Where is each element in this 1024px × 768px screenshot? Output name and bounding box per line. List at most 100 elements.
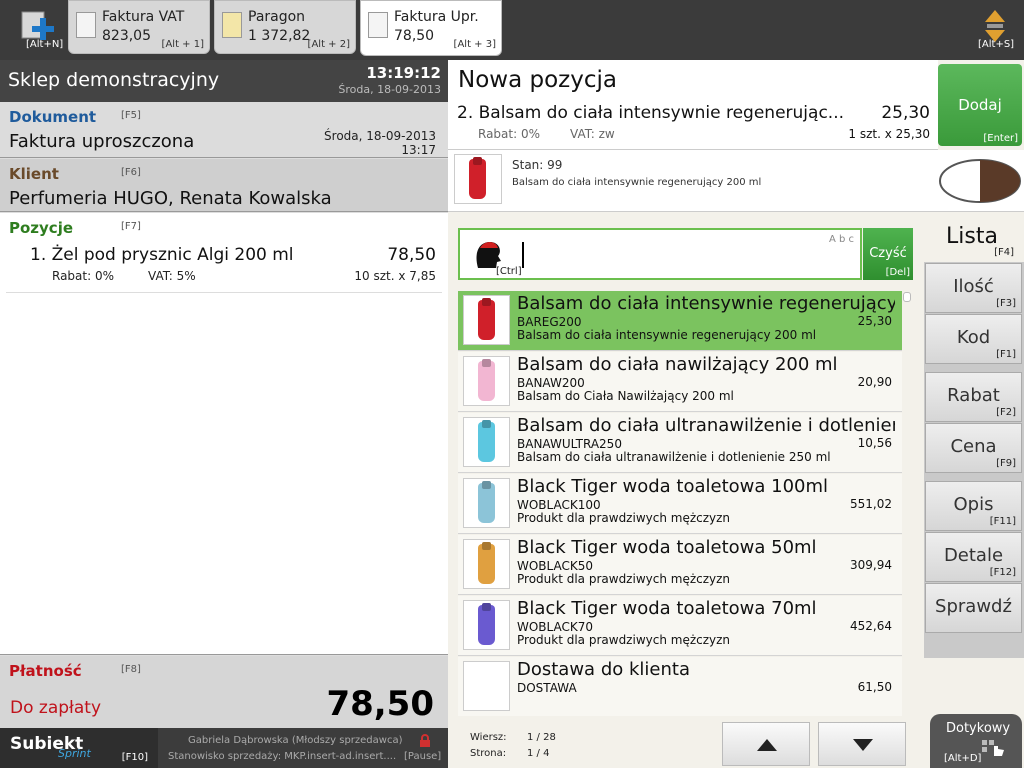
brand-button[interactable]: Subiekt Sprint [F10] [0, 728, 158, 768]
section-key: [F6] [121, 167, 141, 178]
store-name: Sklep demonstracyjny [8, 69, 220, 91]
position-discount: Rabat: 0% [52, 269, 114, 283]
button-label: Detale [943, 545, 1004, 566]
product-row[interactable]: Black Tiger woda toaletowa 50ml WOBLACK50… [458, 535, 902, 595]
tab-amount: 1 372,82 [248, 28, 311, 44]
document-icon [76, 12, 96, 38]
touch-hand-icon [982, 740, 1004, 756]
position-row[interactable]: 1. Żel pod prysznic Algi 200 ml 78,50 Ra… [6, 241, 442, 293]
lista-button[interactable]: Lista [F4] [924, 212, 1024, 262]
text-cursor [522, 242, 524, 268]
clock: 13:19:12 [366, 64, 441, 82]
product-code: WOBLACK70 [517, 620, 594, 634]
scroll-up-button[interactable] [722, 722, 810, 766]
lock-icon [420, 734, 430, 747]
scroll-down-button[interactable] [818, 722, 906, 766]
button-key: [F11] [989, 516, 1016, 527]
document-type: Faktura uproszczona [9, 131, 195, 152]
platnosc-section[interactable]: Płatność [F8] Do zapłaty 78,50 [0, 656, 448, 728]
new-document-button[interactable]: [Alt+N] [18, 8, 64, 54]
product-image [478, 422, 495, 462]
product-thumbnail [463, 356, 510, 406]
document-date: Środa, 18-09-2013 [324, 129, 436, 143]
dokument-section[interactable]: Dokument [F5] Faktura uproszczona Środa,… [0, 102, 448, 158]
cena-button[interactable]: Cena [F9] [925, 423, 1022, 473]
row-label: Wiersz: [470, 732, 507, 743]
keyboard-abc-icon[interactable]: A b c [829, 234, 854, 245]
product-code: BANAWULTRA250 [517, 437, 622, 451]
product-row[interactable]: Black Tiger woda toaletowa 100ml WOBLACK1… [458, 474, 902, 534]
klient-section[interactable]: Klient [F6] Perfumeria HUGO, Renata Kowa… [0, 159, 448, 212]
position-name: 1. Żel pod prysznic Algi 200 ml [30, 245, 294, 265]
product-name: Dostawa do klienta [517, 659, 690, 680]
clear-button[interactable]: Czyść [Del] [863, 228, 913, 280]
sprawdz-button[interactable]: Sprawdź [925, 583, 1022, 633]
product-name: Black Tiger woda toaletowa 100ml [517, 476, 829, 497]
pozycje-section: Pozycje [F7] 1. Żel pod prysznic Algi 20… [0, 213, 448, 655]
rabat-button[interactable]: Rabat [F2] [925, 372, 1022, 422]
product-code: BAREG200 [517, 315, 582, 329]
section-title: Płatność [9, 662, 82, 680]
product-image [478, 483, 495, 523]
button-label: Kod [956, 327, 991, 348]
view-toggle-icon[interactable] [938, 158, 1022, 204]
section-key: [F8] [121, 664, 141, 675]
store-header: Sklep demonstracyjny 13:19:12 Środa, 18-… [0, 60, 448, 102]
tab-key: [Alt + 2] [307, 39, 350, 50]
detale-button[interactable]: Detale [F12] [925, 532, 1022, 582]
document-panel: Sklep demonstracyjny 13:19:12 Środa, 18-… [0, 60, 448, 768]
opis-button[interactable]: Opis [F11] [925, 481, 1022, 531]
position-vat: VAT: 5% [148, 269, 196, 283]
button-key: [F3] [996, 298, 1016, 309]
dotykowy-button[interactable]: Dotykowy [Alt+D] [930, 714, 1022, 768]
product-thumbnail [463, 478, 510, 528]
product-description: Produkt dla prawdziwych mężczyzn [517, 572, 731, 586]
tab-amount: 78,50 [394, 28, 435, 44]
product-description: Balsam do ciała intensywnie regenerujący… [517, 328, 817, 342]
kod-button[interactable]: Kod [F1] [925, 314, 1022, 364]
product-row[interactable]: Dostawa do klienta DOSTAWA 61,50 [458, 657, 902, 717]
document-icon [368, 12, 388, 38]
product-thumbnail [463, 661, 510, 711]
product-row[interactable]: Balsam do ciała intensywnie regenerujący… [458, 291, 902, 351]
product-image [478, 544, 495, 584]
ilosc-button[interactable]: Ilość [F3] [925, 263, 1022, 313]
new-position-title: Nowa pozycja [458, 67, 617, 93]
brand-sub: Sprint [58, 747, 91, 760]
tab-name: Faktura Upr. [394, 9, 479, 25]
station-name: Stanowisko sprzedaży: MKP.insert-ad.inse… [168, 751, 396, 762]
arrow-down-icon [853, 739, 873, 751]
receipt-icon [222, 12, 242, 38]
section-title: Pozycje [9, 219, 74, 237]
product-row[interactable]: Balsam do ciała ultranawilżenie i dotlen… [458, 413, 902, 473]
arrow-up-icon [757, 739, 777, 751]
tab-faktura-upr[interactable]: Faktura Upr. 78,50 [Alt + 3] [360, 0, 502, 56]
tab-paragon[interactable]: Paragon 1 372,82 [Alt + 2] [214, 0, 356, 54]
product-row[interactable]: Balsam do ciała nawilżający 200 ml BANAW2… [458, 352, 902, 412]
scroll-thumb[interactable] [903, 292, 911, 302]
product-image [469, 159, 486, 199]
switch-button[interactable]: [Alt+S] [972, 8, 1018, 54]
lista-key: [F4] [994, 247, 1014, 258]
search-box[interactable]: [Ctrl] A b c [458, 228, 862, 280]
list-scrollbar[interactable] [902, 290, 912, 716]
add-button[interactable]: Dodaj [Enter] [938, 64, 1022, 146]
lista-label: Lista [946, 224, 998, 249]
section-title: Klient [9, 165, 59, 183]
preview-description: Balsam do ciała intensywnie regenerujący… [512, 177, 762, 188]
pause-button[interactable]: [Pause] [404, 732, 444, 766]
product-thumbnail [463, 600, 510, 650]
position-qty: 10 szt. x 7,85 [354, 269, 436, 283]
tab-faktura-vat[interactable]: Faktura VAT 823,05 [Alt + 1] [68, 0, 210, 54]
button-label: Sprawdź [935, 596, 1012, 617]
product-price: 452,64 [850, 619, 892, 633]
section-title: Dokument [9, 108, 97, 126]
new-position-vat: VAT: zw [570, 127, 615, 141]
product-description: Balsam do Ciała Nawilżający 200 ml [517, 389, 734, 403]
button-label: Rabat [947, 385, 1000, 406]
product-row[interactable]: Black Tiger woda toaletowa 70ml WOBLACK70… [458, 596, 902, 656]
product-preview: Stan: 99 Balsam do ciała intensywnie reg… [448, 150, 1024, 212]
product-thumbnail [463, 417, 510, 467]
status-footer: Subiekt Sprint [F10] Gabriela Dąbrowska … [0, 728, 448, 768]
product-price: 61,50 [857, 680, 892, 694]
